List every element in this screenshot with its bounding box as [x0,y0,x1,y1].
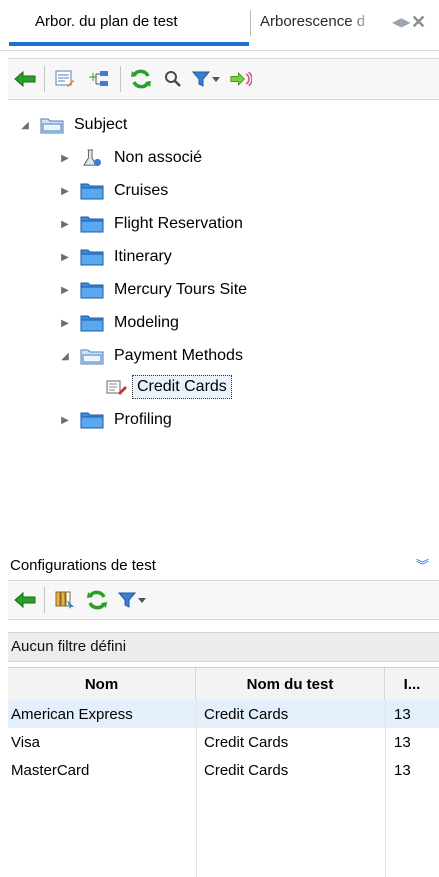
folder-icon [80,249,104,266]
search-icon[interactable] [162,68,184,90]
table-row[interactable]: MasterCard Credit Cards 13 [8,756,439,784]
folder-icon [80,282,104,299]
column-header-test-name[interactable]: Nom du test [196,668,385,700]
svg-text:+: + [88,70,98,84]
tree-node-label: Flight Reservation [114,215,243,232]
tab-separator [250,10,251,36]
filter-icon[interactable] [116,589,138,611]
tab-test-plan-tree-label: Arbor. du plan de test [35,13,178,30]
config-panel-header: Configurations de test ︾ [0,553,439,577]
tree-node-subject[interactable]: ◢ Subject [18,110,127,140]
cell-name: Visa [11,733,40,751]
folder-open-icon [80,349,104,365]
toolbar-separator [44,587,45,613]
list-edit-icon[interactable] [54,68,76,90]
tree-node-label: Itinerary [114,248,172,265]
expand-icon[interactable]: ▶ [58,151,72,165]
expand-icon[interactable]: ▶ [58,250,72,264]
collapse-panel-icon[interactable]: ︾ [416,555,429,574]
tree-node-unassigned[interactable]: ▶ Non associé [58,143,202,173]
tree-toolbar: + [8,58,439,100]
tree-node-label: Subject [74,116,128,133]
column-divider [385,699,386,877]
folder-icon [80,412,104,429]
filter-status-bar: Aucun filtre défini [8,632,439,662]
cell-name: American Express [11,705,133,723]
tree-node-label: Non associé [114,149,203,166]
column-select-icon[interactable] [54,589,76,611]
folder-icon [80,315,104,332]
collapse-icon[interactable]: ◢ [58,349,72,363]
tree-node-payment-methods[interactable]: ◢ Payment Methods [58,341,243,371]
column-header-name[interactable]: Nom [8,668,196,700]
tab-scroll-icon[interactable]: ◀▶ [392,15,410,31]
filter-status-text: Aucun filtre défini [11,638,127,655]
folder-icon [80,183,104,200]
back-arrow-icon[interactable] [14,68,36,90]
expand-icon[interactable]: ▶ [58,184,72,198]
cell-id: 13 [394,705,411,723]
tree-node-mercury-tours-site[interactable]: ▶ Mercury Tours Site [58,275,247,305]
tree-node-itinerary[interactable]: ▶ Itinerary [58,242,172,272]
tree-node-label: Mercury Tours Site [114,281,248,298]
refresh-icon[interactable] [130,68,152,90]
toolbar-separator [44,66,45,92]
column-divider [196,699,197,877]
config-panel-title: Configurations de test [10,557,156,574]
folder-icon [80,216,104,233]
close-icon[interactable]: ✕ [411,13,429,31]
cell-name: MasterCard [11,761,90,779]
tree-node-credit-cards[interactable]: Credit Cards [106,372,232,402]
tab-test-plan-tree[interactable]: Arbor. du plan de test [9,0,249,46]
cell-id: 13 [394,761,411,779]
test-tube-icon [83,149,101,167]
cell-test-name: Credit Cards [204,705,289,723]
tree-node-profiling[interactable]: ▶ Profiling [58,405,172,435]
folder-open-icon [40,118,64,134]
go-arrow-icon[interactable] [230,68,252,90]
back-arrow-icon[interactable] [14,589,36,611]
expand-icon[interactable]: ▶ [58,316,72,330]
cell-test-name: Credit Cards [204,761,289,779]
tree-node-label: Profiling [114,411,172,428]
cell-test-name: Credit Cards [204,733,289,751]
tab-underline [0,50,439,51]
expand-icon[interactable]: ▶ [58,413,72,427]
filter-dropdown-icon[interactable] [210,68,222,90]
tree-add-icon[interactable]: + [88,68,110,90]
refresh-icon[interactable] [86,589,108,611]
expand-icon[interactable]: ▶ [58,217,72,231]
table-row[interactable]: American Express Credit Cards 13 [8,700,439,728]
tab-overflow-fade [348,0,388,46]
tree-node-label: Payment Methods [114,347,243,364]
filter-dropdown-icon[interactable] [136,589,148,611]
tree-node-flight-reservation[interactable]: ▶ Flight Reservation [58,209,243,239]
config-toolbar [8,580,439,620]
tree-node-label: Credit Cards [132,375,232,399]
config-grid: Nom Nom du test I... American Express Cr… [8,667,439,877]
tree-node-modeling[interactable]: ▶ Modeling [58,308,179,338]
test-script-icon [106,380,127,395]
filter-icon[interactable] [190,68,212,90]
tree-node-label: Cruises [114,182,169,199]
tab-bar: Arbor. du plan de test Arborescence d ◀▶… [0,0,439,52]
expand-icon[interactable]: ▶ [58,283,72,297]
cell-id: 13 [394,733,411,751]
table-row[interactable]: Visa Credit Cards 13 [8,728,439,756]
tree-node-label: Modeling [114,314,179,331]
column-header-id[interactable]: I... [385,668,439,700]
collapse-icon[interactable]: ◢ [18,118,32,132]
toolbar-separator [120,66,121,92]
grid-header: Nom Nom du test I... [8,667,439,701]
tree-node-cruises[interactable]: ▶ Cruises [58,176,168,206]
